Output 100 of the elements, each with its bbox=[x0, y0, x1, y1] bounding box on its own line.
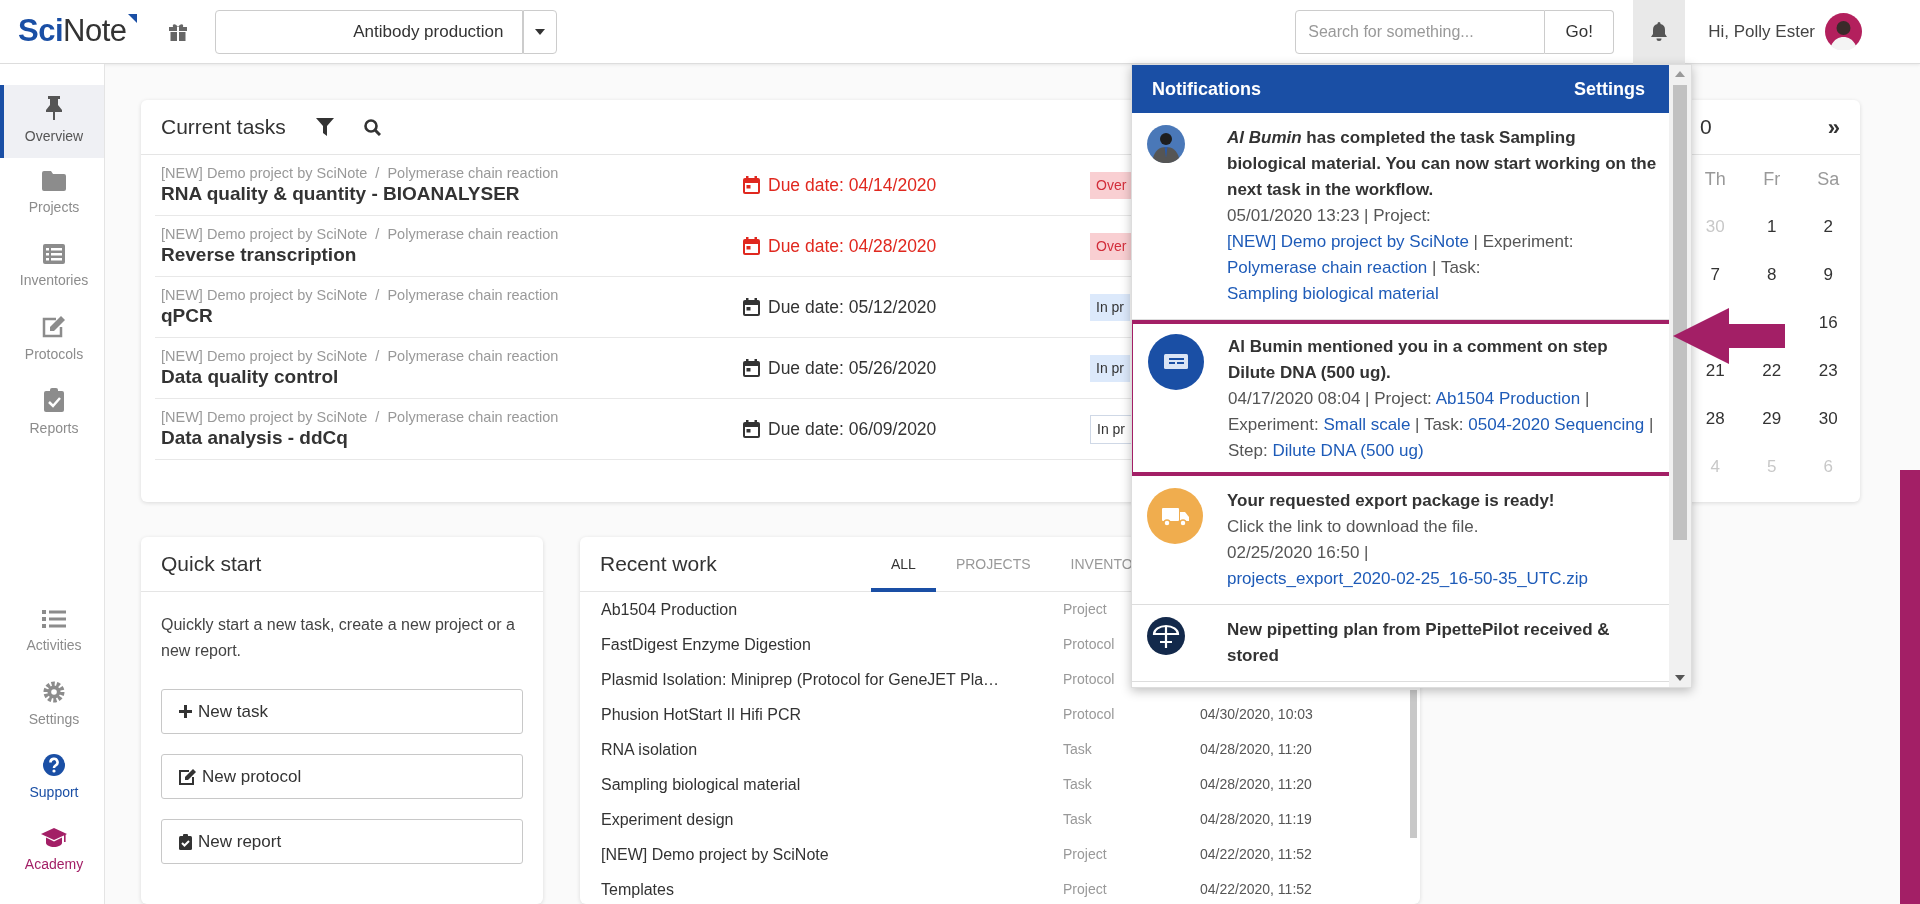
task-name[interactable]: RNA quality & quantity - BIOANALYSER bbox=[161, 182, 743, 206]
calendar-day[interactable]: 8 bbox=[1767, 262, 1777, 288]
notification[interactable]: New pipetting plan from PipettePilot received & stored bbox=[1132, 605, 1669, 682]
link[interactable]: [NEW] Demo project by SciNote bbox=[1227, 232, 1469, 251]
link[interactable]: projects_export_2020-02-25_16-50-35_UTC.zip bbox=[1227, 569, 1588, 588]
calendar-day[interactable]: 30 bbox=[1818, 406, 1838, 432]
sidebar-item[interactable]: Reports bbox=[0, 377, 104, 450]
calendar-day[interactable]: 16 bbox=[1818, 310, 1838, 336]
item-name[interactable]: Phusion HotStart II Hifi PCR bbox=[601, 702, 802, 727]
status-badge: Over bbox=[1090, 232, 1133, 260]
card-title: Current tasks bbox=[161, 114, 286, 141]
notifications-button[interactable] bbox=[1633, 0, 1686, 64]
search-button[interactable] bbox=[363, 118, 381, 136]
due-date: Due date: 05/26/2020 bbox=[743, 354, 1090, 382]
tab[interactable]: ALL bbox=[871, 536, 936, 592]
settings-link[interactable]: Settings bbox=[1574, 75, 1645, 103]
link[interactable]: Sampling biological material bbox=[1227, 284, 1439, 303]
bell-icon bbox=[1651, 22, 1668, 41]
due-date: Due date: 05/12/2020 bbox=[743, 293, 1090, 321]
project-dropdown[interactable]: Antibody production bbox=[214, 9, 523, 54]
calendar-day[interactable]: 21 bbox=[1705, 358, 1725, 384]
scrollbar[interactable] bbox=[1410, 690, 1417, 838]
logo-mark-icon bbox=[127, 14, 137, 24]
item-date: 04/22/2020, 11:52 bbox=[1200, 880, 1312, 899]
notification-message: Your requested export package is ready! bbox=[1227, 490, 1556, 512]
calendar-icon bbox=[743, 420, 760, 438]
sidebar-item[interactable]: Overview bbox=[0, 85, 104, 158]
item-name[interactable]: Ab1504 Production bbox=[601, 597, 738, 622]
weekday-label: Fr bbox=[1763, 167, 1781, 191]
task-name[interactable]: Reverse transcription bbox=[161, 243, 743, 267]
calendar-day[interactable]: 22 bbox=[1762, 358, 1782, 384]
calendar-icon bbox=[743, 298, 760, 316]
item-type: Protocol bbox=[1063, 670, 1115, 689]
due-date: Due date: 06/09/2020 bbox=[743, 415, 1090, 443]
sidebar-item[interactable]: Support bbox=[0, 742, 104, 815]
status-badge: Over bbox=[1090, 171, 1133, 199]
link[interactable]: Small scale bbox=[1323, 415, 1411, 434]
calendar-day[interactable]: 9 bbox=[1823, 262, 1833, 288]
user-greeting[interactable]: Hi, Polly Ester bbox=[1708, 18, 1815, 45]
next-month-button[interactable]: » bbox=[1827, 110, 1840, 144]
filter-button[interactable] bbox=[315, 118, 334, 136]
search-icon bbox=[363, 118, 381, 136]
pipette-logo-icon bbox=[1147, 617, 1185, 655]
search-field[interactable]: Search for something... bbox=[1295, 9, 1546, 54]
item-name[interactable]: Sampling biological material bbox=[601, 772, 801, 797]
comment-icon bbox=[1148, 334, 1204, 390]
notification-message: Al Bumin has completed the task Sampling biological material. You can now start working on the next task in the workflow. bbox=[1227, 127, 1657, 201]
calendar-day[interactable]: 23 bbox=[1818, 358, 1838, 384]
item-name[interactable]: RNA isolation bbox=[601, 737, 698, 762]
list-icon bbox=[42, 609, 66, 629]
notification[interactable]: Your requested export package is ready! Click the link to download the file. 02/25/2020 16:50 | projects_export_2020-02-25_16-50-35_UTC.zip bbox=[1132, 476, 1669, 605]
settings-icon bbox=[43, 681, 65, 703]
quick-start-button[interactable]: New task bbox=[161, 689, 523, 734]
card-title: Recent work bbox=[600, 551, 718, 578]
task-name[interactable]: Data quality control bbox=[161, 365, 743, 389]
item-name[interactable]: Plasmid Isolation: Miniprep (Protocol for GeneJET Pla… bbox=[601, 667, 1000, 692]
status-badge: In pr bbox=[1090, 414, 1132, 444]
panel-title: Notifications bbox=[1152, 77, 1261, 101]
sidebar-item[interactable]: Inventories bbox=[0, 231, 104, 304]
task-name[interactable]: Data analysis - ddCq bbox=[161, 426, 743, 450]
plus-icon bbox=[179, 705, 192, 718]
calendar-day[interactable]: 2 bbox=[1823, 214, 1833, 240]
caret-icon bbox=[534, 28, 545, 35]
list-icon bbox=[43, 244, 65, 264]
item-name[interactable]: Experiment design bbox=[601, 807, 734, 832]
status-badge: In pr bbox=[1090, 293, 1130, 321]
quick-start-button[interactable]: New report bbox=[161, 819, 523, 864]
clipboard-check-icon bbox=[44, 388, 64, 412]
quick-start-button[interactable]: New protocol bbox=[161, 754, 523, 799]
link[interactable]: Dilute DNA (500 ug) bbox=[1272, 441, 1424, 460]
calendar-day[interactable]: 1 bbox=[1767, 214, 1777, 240]
folder-icon bbox=[42, 171, 66, 191]
person-avatar-icon bbox=[1147, 125, 1185, 163]
task-name[interactable]: qPCR bbox=[161, 304, 743, 328]
logo[interactable]: SciNote bbox=[18, 8, 137, 55]
link[interactable]: 0504-2020 Sequencing bbox=[1468, 415, 1645, 434]
truck-icon bbox=[1147, 488, 1203, 544]
calendar-day[interactable]: 29 bbox=[1762, 406, 1782, 432]
item-name[interactable]: Templates bbox=[601, 877, 674, 902]
calendar-day[interactable]: 28 bbox=[1705, 406, 1725, 432]
weekday-label: Sa bbox=[1817, 167, 1840, 191]
scrollbar[interactable] bbox=[1669, 65, 1691, 687]
dropdown-toggle[interactable] bbox=[522, 9, 557, 54]
clipboard-check-icon bbox=[179, 833, 192, 850]
card-title: Quick start bbox=[161, 551, 262, 578]
pin-icon bbox=[45, 96, 63, 120]
item-name[interactable]: FastDigest Enzyme Digestion bbox=[601, 632, 811, 657]
link[interactable]: Polymerase chain reaction bbox=[1227, 258, 1428, 277]
item-name[interactable]: [NEW] Demo project by SciNote bbox=[601, 842, 829, 867]
status-badge: In pr bbox=[1090, 354, 1130, 382]
go-button[interactable]: Go! bbox=[1545, 9, 1615, 54]
notification-details: 05/01/2020 13:23 | Project: [NEW] Demo project by SciNote | Experiment: Polymerase chain reaction | Task: Sampling biological material bbox=[1227, 205, 1575, 305]
item-type: Protocol bbox=[1063, 635, 1115, 654]
item-date: 04/28/2020, 11:20 bbox=[1200, 740, 1312, 759]
notification-details: 02/25/2020 16:50 | projects_export_2020-02-25_16-50-35_UTC.zip bbox=[1227, 542, 1589, 590]
link[interactable]: Ab1504 Production bbox=[1435, 389, 1581, 408]
sidebar-item[interactable]: Academy bbox=[0, 815, 104, 888]
notification-message: Al Bumin mentioned you in a comment on step Dilute DNA (500 ug). bbox=[1228, 336, 1609, 384]
calendar-day[interactable]: 7 bbox=[1710, 262, 1720, 288]
weekday-label: Th bbox=[1704, 167, 1726, 191]
